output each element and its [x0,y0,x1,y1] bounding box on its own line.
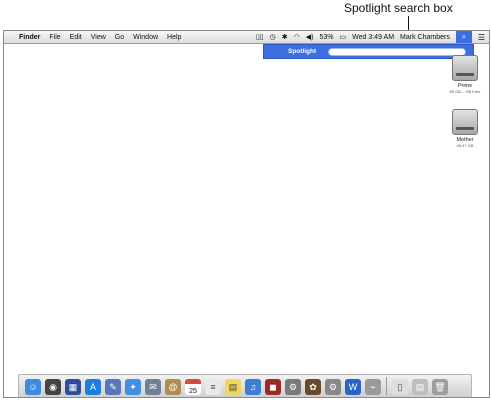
spotlight-label: Spotlight [288,48,317,55]
battery-icon[interactable]: ▭ [340,33,347,41]
notification-list-icon[interactable]: ☰ [478,33,485,42]
preview-icon[interactable]: ✎ [105,379,121,395]
dock-separator [386,377,387,395]
expose-icon[interactable]: ▦ [65,379,81,395]
menu-edit[interactable]: Edit [70,34,82,41]
menu-window[interactable]: Window [133,34,158,41]
menu-finder[interactable]: Finder [19,34,40,41]
clock[interactable]: Wed 3:49 AM [352,34,394,41]
word-icon[interactable]: W [345,379,361,395]
hard-drive-icon [452,55,478,81]
menu-help[interactable]: Help [167,34,181,41]
drive-info: 49.47 GB [456,143,474,148]
user-menu[interactable]: Mark Chambers [400,34,450,41]
automator-icon[interactable]: ⚙ [285,379,301,395]
itunes-icon[interactable]: ♫ [245,379,261,395]
stickies-icon[interactable]: ▤ [225,379,241,395]
hard-drive-icon [452,109,478,135]
spotlight-search-icon[interactable]: ⌕ [455,31,472,43]
trash-icon[interactable]: 🗑 [432,379,448,395]
drive-mother[interactable]: Mother 49.47 GB [448,109,482,148]
time-machine-icon[interactable]: ◷ [270,33,276,41]
dashboard-icon[interactable]: ◉ [45,379,61,395]
bluetooth-icon[interactable]: ✱ [282,33,288,41]
dock: ☺ ◉ ▦ A ✎ ✦ ✉ @25 ≡ ▤ ♫ ◼ ⚙ ✿ ⚙ W ⌁ ▯ ▤ 🗑 [18,374,472,397]
mail-icon[interactable]: ✉ [145,379,161,395]
app-store-icon[interactable]: A [85,379,101,395]
wifi-icon[interactable]: ◠ [294,33,300,41]
photo-booth-icon[interactable]: ◼ [265,379,281,395]
grapher-icon[interactable]: ⌁ [365,379,381,395]
desktop-screen: Finder File Edit View Go Window Help ▯▯ … [3,30,490,398]
safari-icon[interactable]: ✦ [125,379,141,395]
menu-bar: Finder File Edit View Go Window Help ▯▯ … [4,31,489,44]
annotation-label: Spotlight search box [344,1,453,15]
textedit-icon[interactable]: ≡ [205,379,221,395]
battery-percent[interactable]: 53% [319,34,333,41]
menu-file[interactable]: File [49,34,60,41]
spotlight-panel: Spotlight [263,44,474,59]
iphoto-icon[interactable]: ✿ [305,379,321,395]
finder-icon[interactable]: ☺ [25,379,41,395]
address-book-icon[interactable]: @ [165,379,181,395]
menu-go[interactable]: Go [115,34,124,41]
drive-prime[interactable]: Prime 80 GB... GB Free [448,55,482,94]
volume-icon[interactable]: ◀) [306,33,314,41]
system-prefs-icon[interactable]: ⚙ [325,379,341,395]
menu-view[interactable]: View [91,34,106,41]
drive-info: 80 GB... GB Free [449,89,481,94]
spaces-icon[interactable]: ▯▯ [256,33,264,41]
menu-extras: ▯▯ ◷ ✱ ◠ ◀) 53% ▭ Wed 3:49 AM Mark Chamb… [250,31,489,43]
applications-stack-icon[interactable]: ▤ [412,379,428,395]
document-icon[interactable]: ▯ [392,379,408,395]
spotlight-search-input[interactable] [328,47,466,56]
ical-icon[interactable]: 25 [185,379,201,395]
